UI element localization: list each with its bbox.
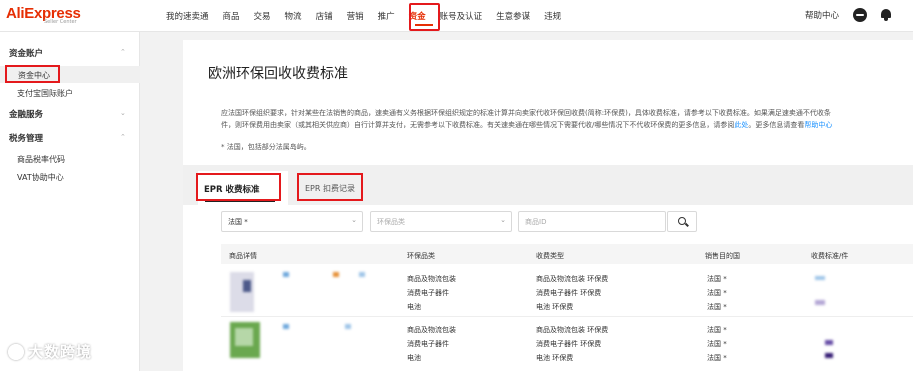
france-note: * 法国，包括部分法属岛屿。 xyxy=(221,143,311,151)
row2-fee-redacted xyxy=(825,353,833,358)
chevron-up-icon[interactable]: ⌃ xyxy=(120,48,126,56)
nav-marketing[interactable]: 营销 xyxy=(347,10,364,22)
sidebar: 资金账户 ⌃ 资金中心 支付宝国际账户 金融服务 ⌄ 税务管理 ⌃ 商品税率代码… xyxy=(0,32,140,371)
row1-category-3: 电池 xyxy=(407,303,421,311)
notification-bell-icon[interactable] xyxy=(880,8,892,21)
nav-logistics[interactable]: 物流 xyxy=(285,10,302,22)
product-title-redacted xyxy=(345,324,351,329)
table-header xyxy=(221,244,913,264)
chevron-down-icon: ⌄ xyxy=(351,216,357,224)
row1-fee-type-1: 商品及物流包装 环保费 xyxy=(536,275,609,283)
row2-fee-type-3: 电池 环保费 xyxy=(536,354,574,362)
message-icon[interactable] xyxy=(853,8,867,22)
search-button[interactable] xyxy=(667,211,697,232)
row1-country-3: 法国 * xyxy=(707,303,727,311)
row1-country-1: 法国 * xyxy=(707,275,727,283)
product-image-detail xyxy=(235,328,253,346)
logo-subtext: Seller Center xyxy=(44,19,77,25)
nav-business-advisor[interactable]: 生意参谋 xyxy=(496,10,530,22)
row1-fee-redacted xyxy=(815,276,825,280)
sidebar-item-highlight-box xyxy=(5,65,60,83)
nav-promotion[interactable]: 推广 xyxy=(378,10,395,22)
product-title-redacted xyxy=(333,272,339,277)
row2-fee-type-2: 消费电子器件 环保费 xyxy=(536,340,602,348)
row2-fee-redacted xyxy=(825,340,833,345)
eco-category-select[interactable]: 环保品类 ⌄ xyxy=(370,211,512,232)
row1-category-2: 消费电子器件 xyxy=(407,289,449,297)
row2-category-3: 电池 xyxy=(407,354,421,362)
sidebar-item-vat-center[interactable]: VAT协助中心 xyxy=(17,172,64,183)
row1-fee-redacted xyxy=(815,300,825,305)
sidebar-section-funds-account[interactable]: 资金账户 xyxy=(9,47,43,59)
tab-highlight-box xyxy=(297,173,363,201)
top-navbar: AliExpress Seller Center 我的速卖通 商品 交易 物流 … xyxy=(0,0,913,32)
page-title: 欧洲环保回收收费标准 xyxy=(208,66,348,82)
product-image-detail xyxy=(243,280,251,292)
row2-fee-type-1: 商品及物流包装 环保费 xyxy=(536,326,609,334)
product-id-input[interactable]: 商品ID xyxy=(518,211,666,232)
chevron-up-icon[interactable]: ⌃ xyxy=(120,133,126,141)
col-fee-type: 收费类型 xyxy=(536,252,564,260)
help-center-link[interactable]: 帮助中心 xyxy=(805,9,839,21)
tab-highlight-box xyxy=(196,173,281,201)
country-select[interactable]: 法国 * ⌄ xyxy=(221,211,363,232)
product-image xyxy=(230,272,254,312)
sidebar-section-financial-services[interactable]: 金融服务 xyxy=(9,108,43,120)
sidebar-item-tax-codes[interactable]: 商品税率代码 xyxy=(17,154,65,165)
col-product-details: 商品详情 xyxy=(229,252,257,260)
row-divider xyxy=(221,316,913,317)
row2-country-1: 法国 * xyxy=(707,326,727,334)
chevron-down-icon: ⌄ xyxy=(500,216,506,224)
help-center-inline-link[interactable]: 帮助中心 xyxy=(804,121,832,129)
watermark-text: 大数跨境 xyxy=(28,343,93,361)
here-link[interactable]: 此处 xyxy=(734,121,748,129)
watermark-logo-icon xyxy=(8,344,24,360)
sidebar-item-alipay-account[interactable]: 支付宝国际账户 xyxy=(17,88,73,99)
nav-violations[interactable]: 违规 xyxy=(544,10,561,22)
row2-country-2: 法国 * xyxy=(707,340,727,348)
aliexpress-logo[interactable]: AliExpress Seller Center xyxy=(6,3,81,25)
tabs-bar xyxy=(183,165,913,205)
nav-home[interactable]: 我的速卖通 xyxy=(166,10,209,22)
row1-category-1: 商品及物流包装 xyxy=(407,275,456,283)
product-title-redacted xyxy=(283,272,289,277)
row1-country-2: 法国 * xyxy=(707,289,727,297)
main-content: 欧洲环保回收收费标准 应法国环保组织要求，针对某些在法销售的商品，速卖通有义务根… xyxy=(183,40,913,371)
description-text: 应法国环保组织要求，针对某些在法销售的商品，速卖通有义务根据环保组织规定的标准计… xyxy=(221,109,833,129)
nav-products[interactable]: 商品 xyxy=(223,10,240,22)
product-title-redacted xyxy=(359,272,365,277)
nav-active-underline xyxy=(415,24,433,26)
row2-category-2: 消费电子器件 xyxy=(407,340,449,348)
col-fee-per-item: 收费标准/件 xyxy=(811,252,849,260)
nav-finance-highlight-box xyxy=(409,3,440,31)
nav-orders[interactable]: 交易 xyxy=(254,10,271,22)
product-title-redacted xyxy=(283,324,289,329)
row1-fee-type-2: 消费电子器件 环保费 xyxy=(536,289,602,297)
row2-country-3: 法国 * xyxy=(707,354,727,362)
chevron-down-icon[interactable]: ⌄ xyxy=(120,109,126,117)
row2-category-1: 商品及物流包装 xyxy=(407,326,456,334)
col-destination-country: 销售目的国 xyxy=(705,252,740,260)
nav-store[interactable]: 店铺 xyxy=(316,10,333,22)
col-eco-category: 环保品类 xyxy=(407,252,435,260)
nav-account[interactable]: 账号及认证 xyxy=(440,10,483,22)
row1-fee-type-3: 电池 环保费 xyxy=(536,303,574,311)
main-nav: 我的速卖通 商品 交易 物流 店铺 营销 推广 资金 账号及认证 生意参谋 违规 xyxy=(166,0,575,32)
sidebar-section-tax-management[interactable]: 税务管理 xyxy=(9,132,43,144)
